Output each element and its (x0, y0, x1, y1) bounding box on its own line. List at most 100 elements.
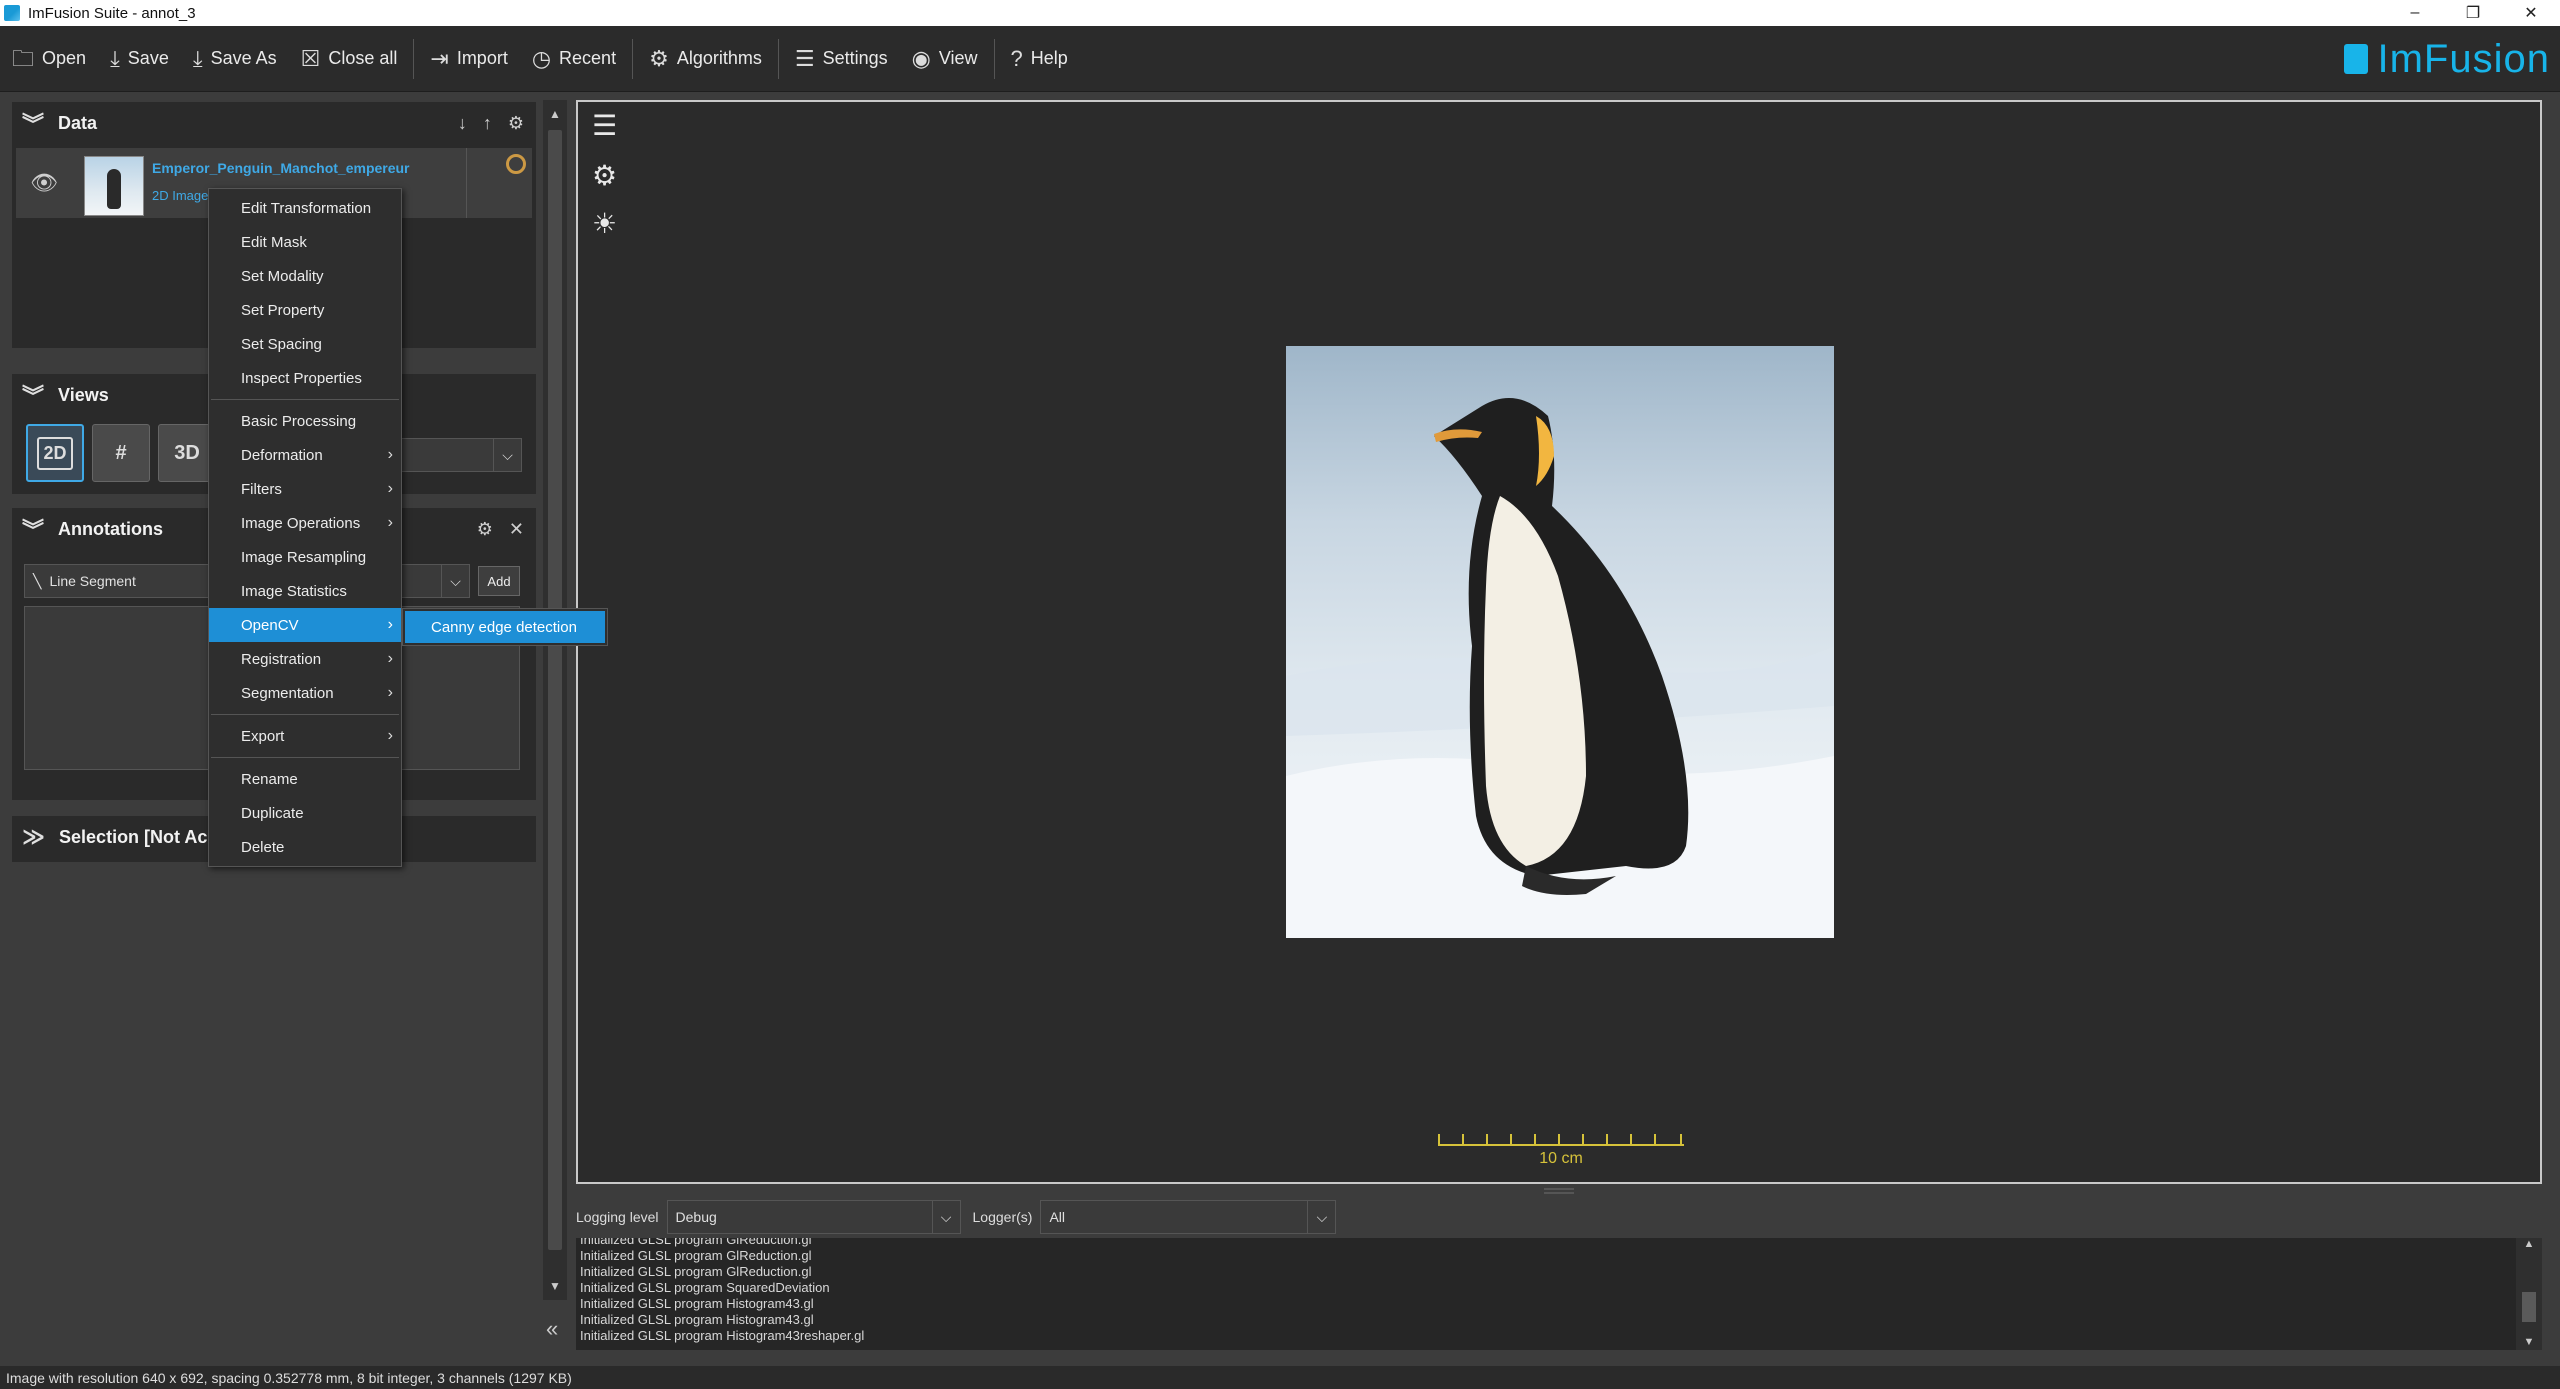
loggers-select[interactable]: All ⌵ (1040, 1200, 1337, 1234)
help-icon: ? (1010, 45, 1023, 71)
save-label: Save (127, 48, 169, 68)
log-output[interactable]: Initialized GLSL program GlReduction.gl … (576, 1238, 2516, 1350)
menu-item-label: Set Modality (241, 267, 324, 285)
menu-item-label: Edit Mask (241, 233, 307, 251)
save-button[interactable]: ⤓ Save (98, 36, 181, 82)
import-button[interactable]: ⇥ Import (418, 36, 519, 82)
close-all-button[interactable]: ☒ Close all (289, 36, 410, 82)
scroll-up-icon[interactable]: ▲ (543, 102, 567, 126)
close-icon[interactable]: ✕ (509, 519, 524, 540)
menu-item-inspect-properties[interactable]: Inspect Properties (209, 361, 401, 395)
menu-item-opencv[interactable]: OpenCV › (209, 608, 401, 642)
maximize-button[interactable]: ❐ (2444, 0, 2502, 26)
menu-item-set-spacing[interactable]: Set Spacing (209, 327, 401, 361)
help-button[interactable]: ? Help (999, 36, 1080, 82)
menu-item-label: Export (241, 727, 285, 745)
menu-item-delete[interactable]: Delete (209, 830, 401, 864)
gear-icon[interactable]: ⚙ (592, 162, 617, 190)
menu-item-duplicate[interactable]: Duplicate (209, 796, 401, 830)
menu-item-label: Inspect Properties (241, 369, 362, 387)
scroll-down-icon[interactable]: ▼ (543, 1274, 567, 1298)
log-line: Initialized GLSL program GlReduction.gl (580, 1248, 812, 1263)
data-panel-header[interactable]: ︾ Data ↓ ↑ ⚙ (12, 102, 536, 144)
save-as-icon: ⤓ (192, 45, 203, 71)
menu-item-registration[interactable]: Registration › (209, 642, 401, 676)
line-segment-icon: ╲ (33, 572, 42, 589)
visibility-eye-icon[interactable]: 👁 (30, 170, 58, 196)
expand-chevron-icon[interactable]: ≫ (22, 824, 45, 850)
menu-item-canny-edge-detection[interactable]: Canny edge detection (405, 611, 605, 643)
chevron-right-icon: › (387, 650, 393, 667)
menu-item-basic-processing[interactable]: Basic Processing (209, 404, 401, 438)
log-scrollbar[interactable]: ▲ ▼ (2516, 1238, 2542, 1350)
clock-icon: ◷ (531, 45, 552, 71)
menu-item-image-operations[interactable]: Image Operations › (209, 506, 401, 540)
annotation-type-value: Line Segment (49, 573, 136, 589)
collapse-chevron-icon[interactable]: ︾ (22, 513, 44, 545)
app-icon (4, 5, 20, 21)
menu-item-image-resampling[interactable]: Image Resampling (209, 540, 401, 574)
collapse-left-panel-icon[interactable]: « (546, 1316, 558, 1342)
status-bar: Image with resolution 640 x 692, spacing… (0, 1366, 2560, 1389)
settings-button[interactable]: ☰ Settings (783, 36, 900, 82)
move-down-icon[interactable]: ↓ (458, 113, 467, 134)
menu-item-label: Registration (241, 650, 322, 668)
logging-level-select[interactable]: Debug ⌵ (666, 1200, 961, 1234)
scrollbar-thumb[interactable] (548, 130, 562, 1250)
annotations-panel-title: Annotations (58, 518, 164, 539)
eye-icon: ◉ (911, 45, 931, 71)
menu-item-set-property[interactable]: Set Property (209, 293, 401, 327)
menu-item-deformation[interactable]: Deformation › (209, 438, 401, 472)
close-window-button[interactable]: ✕ (2502, 0, 2560, 26)
minimize-button[interactable]: – (2386, 0, 2444, 26)
scrollbar-thumb[interactable] (2522, 1292, 2536, 1322)
logging-toolbar: Logging level Debug ⌵ Logger(s) All ⌵ (576, 1200, 2542, 1234)
view-layout-select[interactable]: ⌵ (400, 438, 522, 472)
download-icon: ⤓ (110, 45, 120, 71)
collapse-chevron-icon[interactable]: ︾ (22, 107, 44, 139)
menu-item-filters[interactable]: Filters › (209, 472, 401, 506)
gears-icon: ⚙ (649, 45, 669, 71)
view-2d-button[interactable]: 2D (26, 424, 84, 482)
menu-item-edit-mask[interactable]: Edit Mask (209, 225, 401, 259)
gear-icon[interactable]: ⚙ (508, 113, 524, 134)
folder-icon: 🗀 (12, 45, 35, 71)
scale-bar-label: 10 cm (1539, 1150, 1583, 1167)
toolbar-divider (413, 38, 415, 79)
algorithms-label: Algorithms (676, 48, 762, 68)
window-controls: – ❐ ✕ (2386, 0, 2560, 26)
loggers-value: All (1049, 1209, 1065, 1225)
gear-icon[interactable]: ⚙ (477, 519, 493, 540)
save-as-button[interactable]: ⤓ Save As (181, 36, 289, 82)
open-button[interactable]: 🗀 Open (0, 36, 98, 82)
chevron-right-icon: › (387, 616, 393, 633)
view-button[interactable]: ◉ View (900, 36, 990, 82)
recent-button[interactable]: ◷ Recent (520, 36, 628, 82)
logo-text: ImFusion (2377, 36, 2550, 81)
view-mpr-button[interactable]: # (92, 424, 150, 482)
image-viewport[interactable]: ☰ ⚙ ☀ 10 cm (576, 100, 2542, 1184)
menu-item-edit-transformation[interactable]: Edit Transformation (209, 191, 401, 225)
brightness-contrast-icon[interactable]: ☀ (592, 210, 617, 238)
log-line: Initialized GLSL program SquaredDeviatio… (580, 1280, 830, 1295)
logging-level-label: Logging level (576, 1209, 659, 1225)
chevron-right-icon: › (387, 514, 393, 531)
scroll-down-icon[interactable]: ▼ (2516, 1336, 2542, 1348)
data-item-options[interactable] (466, 148, 532, 218)
menu-item-rename[interactable]: Rename (209, 762, 401, 796)
collapse-chevron-icon[interactable]: ︾ (22, 379, 44, 411)
menu-item-set-modality[interactable]: Set Modality (209, 259, 401, 293)
scroll-up-icon[interactable]: ▲ (2516, 1238, 2542, 1250)
algorithms-button[interactable]: ⚙ Algorithms (637, 36, 774, 82)
hamburger-menu-icon[interactable]: ☰ (592, 112, 617, 140)
data-item-type: 2D Image (152, 188, 209, 203)
left-panel-scrollbar[interactable]: ▲ ▼ (543, 100, 567, 1300)
menu-item-export[interactable]: Export › (209, 719, 401, 753)
image-thumbnail (84, 156, 144, 216)
move-up-icon[interactable]: ↑ (483, 113, 492, 134)
splitter-handle[interactable] (1544, 1188, 1574, 1194)
menu-item-image-statistics[interactable]: Image Statistics (209, 574, 401, 608)
add-annotation-button[interactable]: Add (478, 566, 520, 596)
menu-item-segmentation[interactable]: Segmentation › (209, 676, 401, 710)
color-wheel-icon[interactable] (506, 154, 526, 174)
